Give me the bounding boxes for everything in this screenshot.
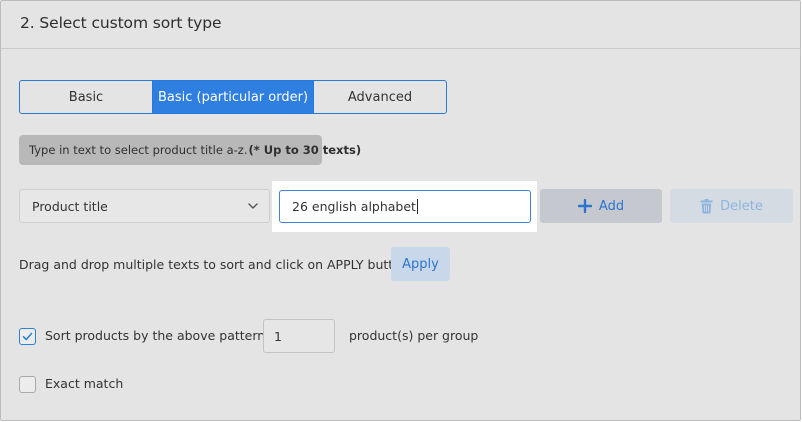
- apply-button[interactable]: Apply: [391, 247, 450, 281]
- section-header: 2. Select custom sort type: [1, 1, 801, 49]
- add-button-label: Add: [598, 198, 625, 214]
- delete-button[interactable]: Delete: [670, 189, 793, 223]
- add-button[interactable]: Add: [540, 189, 662, 223]
- sort-type-advanced[interactable]: Advanced: [314, 81, 446, 113]
- sort-pattern-label: Sort products by the above pattern: [45, 328, 266, 343]
- sort-text-value: 26 english alphabet: [292, 199, 416, 214]
- delete-button-label: Delete: [720, 198, 763, 214]
- section-title: 2. Select custom sort type: [20, 14, 222, 32]
- checkmark-icon: [22, 332, 33, 341]
- sort-type-selector: Basic Basic (particular order) Advanced: [19, 80, 447, 114]
- field-select[interactable]: Product title: [19, 189, 270, 223]
- hint-limit: (* Up to 30 texts): [248, 143, 362, 157]
- sort-type-basic-particular-order[interactable]: Basic (particular order): [153, 81, 314, 113]
- sort-type-basic[interactable]: Basic: [20, 81, 153, 113]
- trash-icon: [700, 198, 713, 213]
- chevron-down-icon: [248, 203, 258, 209]
- group-size-input[interactable]: 1: [263, 319, 335, 353]
- plus-icon: [577, 199, 592, 213]
- text-caret: [416, 199, 418, 214]
- field-select-value: Product title: [32, 198, 108, 214]
- sort-pattern-checkbox[interactable]: [19, 328, 36, 345]
- drag-instruction: Drag and drop multiple texts to sort and…: [19, 257, 409, 272]
- hint-badge: Type in text to select product title a-z…: [19, 135, 361, 165]
- hint-text: Type in text to select product title a-z…: [29, 143, 248, 157]
- per-group-label: product(s) per group: [349, 328, 479, 343]
- exact-match-label: Exact match: [45, 376, 124, 391]
- exact-match-checkbox[interactable]: [19, 376, 36, 393]
- group-size-value: 1: [274, 328, 282, 344]
- sort-text-input[interactable]: 26 english alphabet: [279, 190, 531, 223]
